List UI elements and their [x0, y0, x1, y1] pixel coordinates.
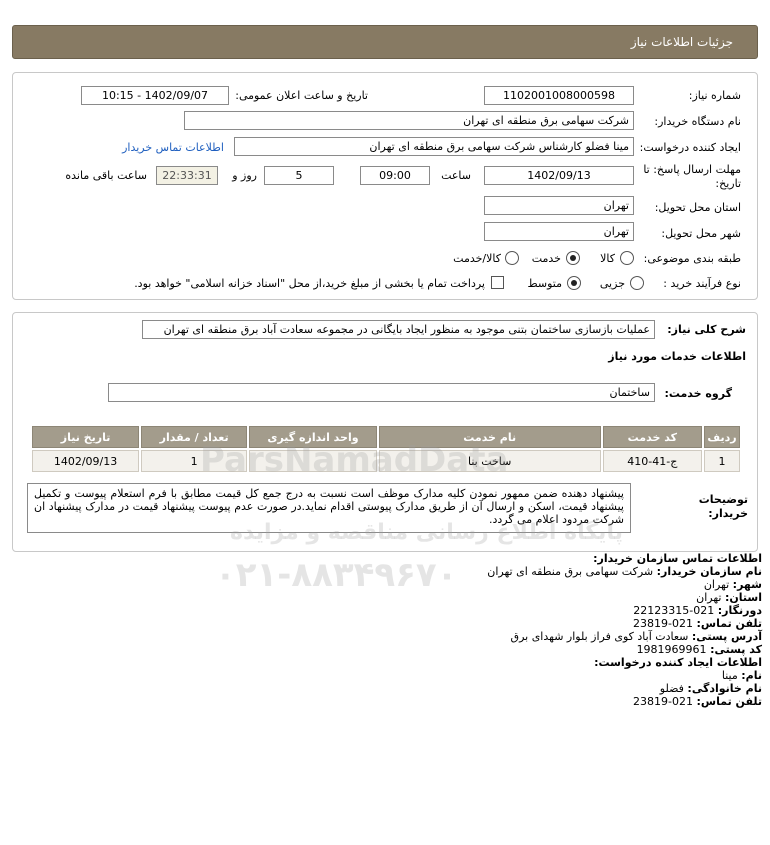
treasury-payment-checkbox[interactable]	[491, 276, 504, 289]
creator-family: فضلو	[659, 682, 684, 695]
contact-postal-label: کد پستی:	[710, 643, 762, 656]
creator-name-row: نام: مینا	[422, 669, 762, 682]
service-group-label: گروه خدمت:	[664, 387, 732, 400]
contact-city-label: شهر:	[732, 578, 762, 591]
contact-province: تهران	[696, 591, 722, 604]
creator-name: مینا	[721, 669, 738, 682]
col-row: ردیف	[704, 426, 740, 448]
creator-label: ایجاد کننده درخواست:	[639, 141, 741, 154]
buyer-org-field: شرکت سهامی برق منطقه ای تهران	[184, 111, 634, 130]
table-header-row: ردیف کد خدمت نام خدمت واحد اندازه گیری ت…	[32, 426, 740, 448]
province-field: تهران	[484, 196, 634, 215]
city-label: شهر محل تحویل:	[661, 227, 741, 240]
treasury-payment-text: پرداخت تمام یا بخشی از مبلغ خرید،از محل …	[134, 277, 485, 290]
deadline-label-2: تاریخ:	[715, 177, 741, 190]
contact-city: تهران	[703, 578, 730, 591]
buyer-org-label: نام دستگاه خریدار:	[654, 115, 741, 128]
contact-postal-row: کد پستی: 1981969961	[422, 643, 762, 656]
cell-service-code: ج-41-410	[602, 450, 703, 472]
category-option-goods: کالا	[600, 252, 615, 265]
contact-org: شرکت سهامی برق منطقه ای تهران	[487, 565, 654, 578]
contact-phone-label: تلفن تماس:	[696, 617, 762, 630]
process-radio-medium[interactable]	[567, 276, 581, 290]
contact-address: سعادت آباد کوی فراز بلوار شهدای برق	[510, 630, 689, 643]
creator-family-row: نام خانوادگی: فضلو	[422, 682, 762, 695]
buyer-contact-link[interactable]: اطلاعات تماس خریدار	[122, 141, 224, 154]
contact-city-row: شهر: تهران	[422, 578, 762, 591]
need-number-field: 1102001008000598	[484, 86, 634, 105]
category-radio-goods-service[interactable]	[505, 251, 519, 265]
details-panel: شماره نیاز: 1102001008000598 تاریخ و ساع…	[12, 72, 758, 300]
category-radio-goods[interactable]	[620, 251, 634, 265]
contact-org-row: نام سازمان خریدار: شرکت سهامی برق منطقه …	[422, 565, 762, 578]
need-summary-label: شرح کلی نیاز:	[667, 323, 746, 336]
contact-phone: 021-23819	[633, 617, 694, 630]
creator-info-title: اطلاعات ایجاد کننده درخواست:	[594, 656, 762, 669]
contact-org-label: نام سازمان خریدار:	[656, 565, 762, 578]
category-label: طبقه بندی موضوعی:	[643, 252, 741, 265]
remaining-time-field: 22:33:31	[156, 166, 218, 185]
process-option-minor: جزیی	[599, 277, 625, 290]
creator-phone-row: تلفن تماس: 021-23819	[422, 695, 762, 708]
deadline-label: مهلت ارسال پاسخ: تا	[643, 163, 741, 176]
cell-service-name: ساخت بنا	[378, 450, 601, 472]
days-field: 5	[264, 166, 334, 185]
contact-title: اطلاعات تماس سازمان خریدار:	[593, 552, 762, 565]
service-group-field: ساختمان	[108, 383, 655, 402]
notes-label-2: خریدار:	[708, 507, 748, 520]
contact-postal: 1981969961	[636, 643, 707, 656]
services-title: اطلاعات خدمات مورد نیاز	[608, 350, 746, 363]
buyer-notes: پیشنهاد دهنده ضمن ممهور نمودن کلیه مدارک…	[27, 483, 631, 533]
creator-phone-label: تلفن تماس:	[696, 695, 762, 708]
time-label: ساعت	[441, 169, 471, 182]
contact-address-row: آدرس پستی: سعادت آباد کوی فراز بلوار شهد…	[422, 630, 762, 643]
creator-field: مینا فضلو کارشناس شرکت سهامی برق منطقه ا…	[234, 137, 634, 156]
process-label: نوع فرآیند خرید :	[663, 277, 741, 290]
buyer-contact-info: اطلاعات تماس سازمان خریدار: نام سازمان خ…	[422, 552, 762, 708]
col-need-date: تاریخ نیاز	[32, 426, 140, 448]
creator-name-label: نام:	[741, 669, 762, 682]
contact-fax-label: دورنگار:	[717, 604, 762, 617]
col-service-code: کد خدمت	[602, 426, 703, 448]
col-service-name: نام خدمت	[378, 426, 601, 448]
contact-province-label: استان:	[725, 591, 762, 604]
deadline-date-field: 1402/09/13	[484, 166, 634, 185]
announce-label: تاریخ و ساعت اعلان عمومی:	[235, 89, 368, 102]
contact-province-row: استان: تهران	[422, 591, 762, 604]
contact-phone-row: تلفن تماس: 021-23819	[422, 617, 762, 630]
need-summary-field: عملیات بازسازی ساختمان بتنی موجود به منظ…	[142, 320, 655, 339]
cell-need-date: 1402/09/13	[32, 450, 140, 472]
cell-unit	[249, 450, 377, 472]
category-option-goods-service: کالا/خدمت	[453, 252, 501, 265]
city-field: تهران	[484, 222, 634, 241]
col-unit: واحد اندازه گیری	[249, 426, 377, 448]
announce-field: 1402/09/07 - 10:15	[81, 86, 229, 105]
page-title: جزئیات اطلاعات نیاز	[630, 35, 733, 49]
process-radio-minor[interactable]	[630, 276, 644, 290]
process-option-medium: متوسط	[527, 277, 562, 290]
table-row: 1 ج-41-410 ساخت بنا 1 1402/09/13	[32, 450, 740, 472]
notes-label: توضیحات	[698, 493, 748, 506]
creator-family-label: نام خانوادگی:	[687, 682, 762, 695]
category-radio-service[interactable]	[566, 251, 580, 265]
page-header: جزئیات اطلاعات نیاز	[12, 25, 758, 59]
province-label: استان محل تحویل:	[654, 201, 741, 214]
contact-fax-row: دورنگار: 021-22123315	[422, 604, 762, 617]
contact-address-label: آدرس پستی:	[691, 630, 762, 643]
contact-fax: 021-22123315	[633, 604, 715, 617]
creator-phone: 021-23819	[633, 695, 694, 708]
remaining-label: ساعت باقی مانده	[65, 169, 147, 182]
cell-row: 1	[704, 450, 740, 472]
col-quantity: تعداد / مقدار	[141, 426, 248, 448]
need-number-label: شماره نیاز:	[688, 89, 741, 102]
category-option-service: خدمت	[531, 252, 561, 265]
services-table: ردیف کد خدمت نام خدمت واحد اندازه گیری ت…	[30, 424, 742, 474]
page: جزئیات اطلاعات نیاز شماره نیاز: 11020010…	[0, 0, 770, 845]
cell-quantity: 1	[141, 450, 248, 472]
deadline-time-field: 09:00	[360, 166, 430, 185]
days-label: روز و	[232, 169, 257, 182]
